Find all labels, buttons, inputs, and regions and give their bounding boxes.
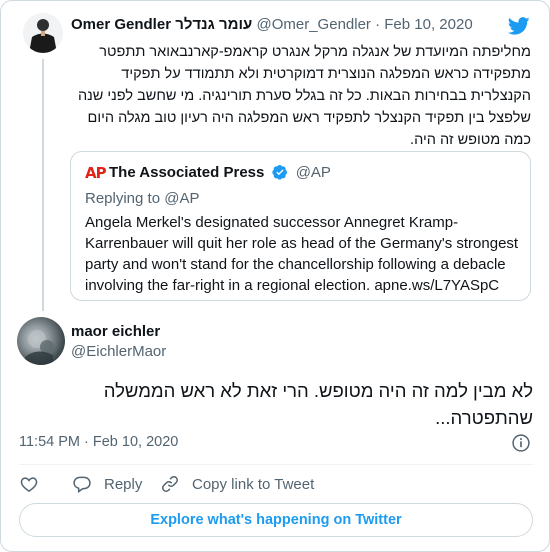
twitter-bird-icon[interactable] — [507, 15, 531, 37]
quoted-handle[interactable]: @AP — [296, 164, 331, 181]
link-icon — [162, 476, 178, 492]
quoted-tweet-text: Angela Merkel's designated successor Ann… — [85, 214, 519, 294]
thread-connector-line — [42, 59, 44, 311]
explore-twitter-button[interactable]: Explore what's happening on Twitter — [19, 503, 533, 537]
tweet-timestamp[interactable]: 11:54 PM · Feb 10, 2020 — [19, 434, 178, 450]
reply-bubble-icon — [73, 476, 91, 493]
tweet-a-handle[interactable]: @Omer_Gendler — [256, 16, 370, 33]
reply-label: Reply — [104, 475, 143, 493]
quoted-display-name[interactable]: The Associated Press — [109, 164, 264, 181]
maor-eichler-avatar[interactable] — [17, 317, 65, 365]
tweet-b-display-name[interactable]: maor eichler — [71, 323, 160, 340]
tweet-embed-card: Omer Gendler עומר גנדלר @Omer_Gendler · … — [0, 0, 550, 552]
replying-to-label[interactable]: Replying to @AP — [85, 190, 199, 207]
like-button[interactable] — [19, 473, 51, 495]
tweet-a-header: Omer Gendler עומר גנדלר @Omer_Gendler · … — [71, 16, 473, 33]
ap-logo: AP — [85, 164, 107, 182]
copy-link-label: Copy link to Tweet — [192, 475, 315, 493]
tweet-b-text: לא מבין למה זה היה מטופש. הרי זאת לא ראש… — [103, 380, 533, 428]
quoted-tweet-header: The Associated Press @AP — [109, 164, 331, 181]
tweet-a-date[interactable]: Feb 10, 2020 — [384, 16, 472, 33]
quoted-tweet[interactable]: AP The Associated Press @AP Replying to … — [70, 151, 531, 301]
omer-gendler-avatar[interactable] — [23, 13, 63, 53]
tweet-b-handle[interactable]: @EichlerMaor — [71, 343, 166, 360]
tweet-a-text: מחליפתה המיועדת של אנגלה מרקל אנגרט קראמ… — [77, 44, 531, 148]
copy-link-button[interactable]: Copy link to Tweet — [160, 473, 314, 495]
info-icon[interactable] — [511, 433, 531, 453]
tweet-a-display-name[interactable]: Omer Gendler עומר גנדלר — [71, 16, 252, 33]
tweet-a-separator: · — [375, 16, 381, 33]
heart-icon — [20, 477, 38, 492]
verified-badge-icon — [271, 165, 287, 180]
action-divider — [19, 464, 533, 465]
reply-button[interactable]: Reply — [72, 473, 142, 495]
